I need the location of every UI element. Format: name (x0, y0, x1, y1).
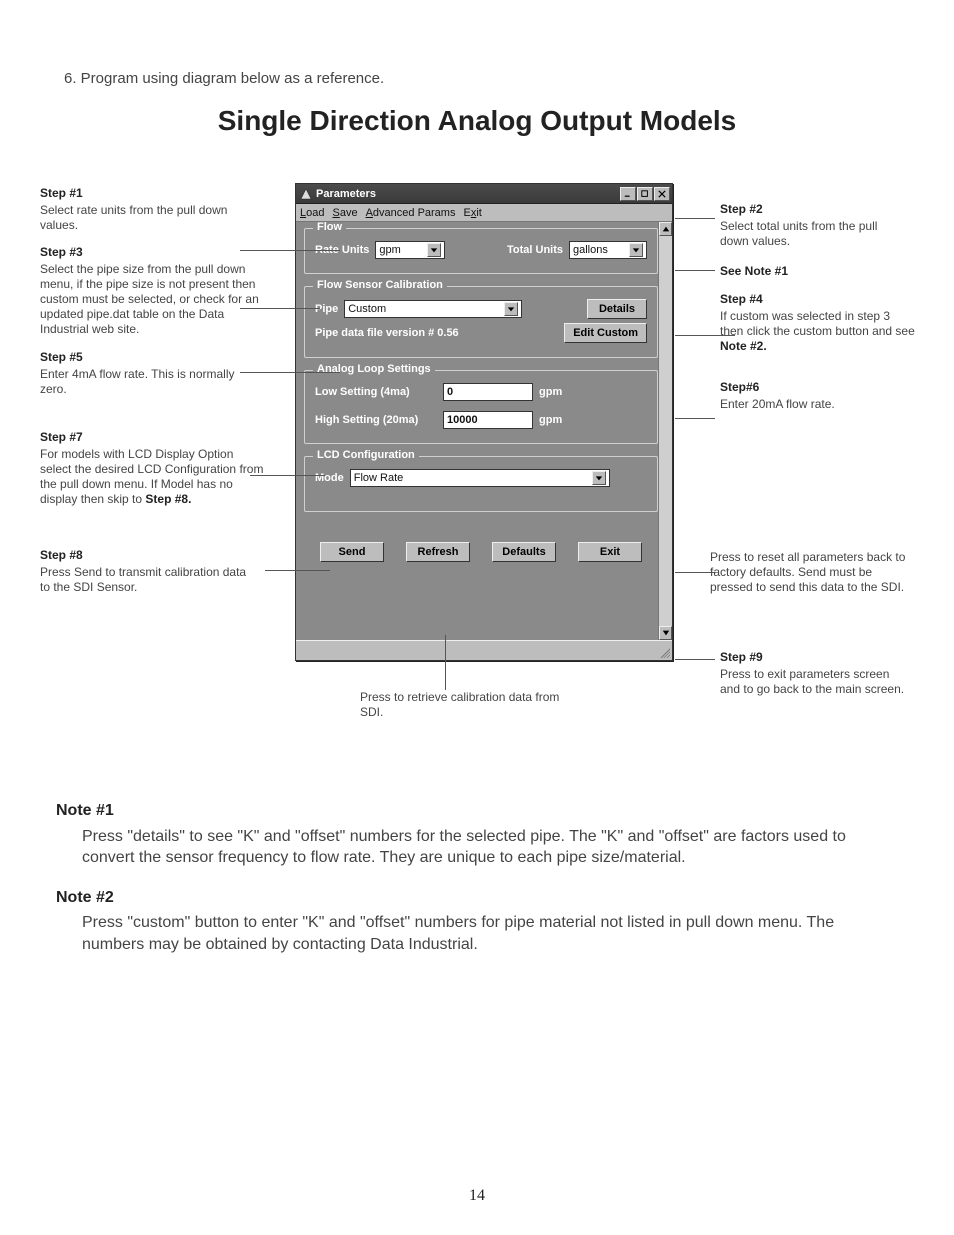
step-6: Step#6 Enter 20mA flow rate. (720, 380, 905, 412)
high-setting-input[interactable]: 10000 (443, 411, 533, 429)
page-title: Single Direction Analog Output Models (52, 105, 902, 137)
menu-exit[interactable]: Exit (463, 207, 481, 219)
scrollbar[interactable] (658, 222, 672, 640)
step-1: Step #1 Select rate units from the pull … (40, 186, 255, 233)
low-setting-unit: gpm (539, 386, 562, 398)
total-units-label: Total Units (507, 244, 563, 256)
resize-grip-icon[interactable] (658, 646, 670, 658)
chevron-down-icon (592, 471, 606, 485)
details-button[interactable]: Details (587, 299, 647, 319)
step-4: Step #4 If custom was selected in step 3… (720, 292, 915, 354)
calibration-group: Flow Sensor Calibration Pipe Custom Deta… (304, 286, 658, 358)
note-2-head: Note #2 (56, 887, 898, 909)
calibration-legend: Flow Sensor Calibration (313, 279, 447, 291)
app-icon (300, 188, 312, 200)
high-setting-label: High Setting (20ma) (315, 414, 437, 426)
step-9: Step #9 Press to exit parameters screen … (720, 650, 910, 697)
scroll-up-icon[interactable] (659, 222, 672, 236)
note-1-body: Press "details" to see "K" and "offset" … (82, 826, 898, 869)
close-button[interactable] (654, 187, 670, 201)
high-setting-unit: gpm (539, 414, 562, 426)
total-units-select[interactable]: gallons (569, 241, 647, 259)
analog-legend: Analog Loop Settings (313, 363, 435, 375)
low-setting-input[interactable]: 0 (443, 383, 533, 401)
window-title: Parameters (316, 188, 376, 200)
minimize-button[interactable] (620, 187, 636, 201)
button-bar: Send Refresh Defaults Exit (304, 542, 658, 562)
step-7: Step #7 For models with LCD Display Opti… (40, 430, 265, 507)
titlebar[interactable]: Parameters (296, 184, 672, 204)
send-button[interactable]: Send (320, 542, 384, 562)
low-setting-label: Low Setting (4ma) (315, 386, 437, 398)
chevron-down-icon (427, 243, 441, 257)
pipe-version-label: Pipe data file version # 0.56 (315, 327, 459, 339)
step-5: Step #5 Enter 4mA flow rate. This is nor… (40, 350, 245, 397)
page-number: 14 (0, 1187, 954, 1205)
pipe-label: Pipe (315, 303, 338, 315)
menu-load[interactable]: Load (300, 207, 324, 219)
step-2: Step #2 Select total units from the pull… (720, 202, 905, 249)
note-1-head: Note #1 (56, 800, 898, 822)
notes-section: Note #1 Press "details" to see "K" and "… (56, 800, 898, 974)
menubar: Load Save Advanced Params Exit (296, 204, 672, 222)
maximize-button[interactable] (637, 187, 653, 201)
lcd-group: LCD Configuration Mode Flow Rate (304, 456, 658, 512)
menu-advanced[interactable]: Advanced Params (366, 207, 456, 219)
rate-units-select[interactable]: gpm (375, 241, 445, 259)
scroll-down-icon[interactable] (659, 626, 672, 640)
flow-legend: Flow (313, 222, 346, 233)
analog-group: Analog Loop Settings Low Setting (4ma) 0… (304, 370, 658, 444)
lcd-legend: LCD Configuration (313, 449, 419, 461)
mode-label: Mode (315, 472, 344, 484)
see-note-1: See Note #1 (720, 264, 905, 281)
chevron-down-icon (629, 243, 643, 257)
step-3: Step #3 Select the pipe size from the pu… (40, 245, 265, 337)
mode-select[interactable]: Flow Rate (350, 469, 610, 487)
refresh-note: Press to retrieve calibration data from … (360, 690, 580, 720)
instruction-line: 6. Program using diagram below as a refe… (64, 70, 902, 87)
defaults-note: Press to reset all parameters back to fa… (710, 550, 910, 595)
defaults-button[interactable]: Defaults (492, 542, 556, 562)
menu-save[interactable]: Save (332, 207, 357, 219)
step-8: Step #8 Press Send to transmit calibrati… (40, 548, 255, 595)
diagram: Step #1 Select rate units from the pull … (40, 180, 920, 720)
note-2-body: Press "custom" button to enter "K" and "… (82, 912, 898, 955)
exit-button[interactable]: Exit (578, 542, 642, 562)
pipe-select[interactable]: Custom (344, 300, 522, 318)
parameters-window: Parameters Load Save Advanced Params Exi… (295, 183, 673, 661)
refresh-button[interactable]: Refresh (406, 542, 470, 562)
statusbar (296, 640, 672, 660)
flow-group: Flow Rate Units gpm Total Units gallons (304, 228, 658, 274)
chevron-down-icon (504, 302, 518, 316)
edit-custom-button[interactable]: Edit Custom (564, 323, 647, 343)
scroll-track[interactable] (659, 236, 672, 626)
